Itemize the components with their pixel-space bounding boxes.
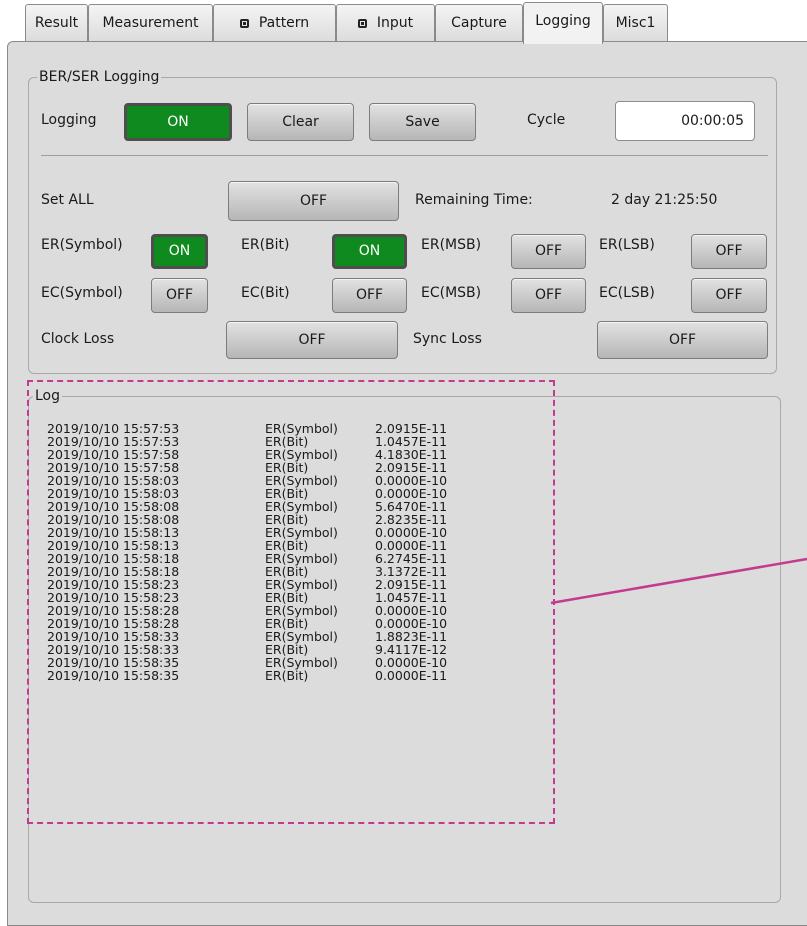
tab-logging[interactable]: Logging [523,2,603,44]
ec-symbol-toggle-button[interactable]: OFF [151,278,208,313]
tab-label: Pattern [258,15,310,31]
save-button[interactable]: Save [369,103,476,141]
tab-result[interactable]: Result [25,4,88,41]
set-all-label: Set ALL [41,192,94,208]
ec-symbol-label: EC(Symbol) [41,285,123,301]
sync-loss-label: Sync Loss [413,331,482,347]
cycle-input[interactable]: 00:00:05 [615,101,755,141]
tab-label: Input [376,15,414,31]
logging-label: Logging [41,112,97,128]
tab-label: Result [34,15,79,31]
er-msb-label: ER(MSB) [421,237,482,253]
tab-capture[interactable]: Capture [435,4,523,41]
ec-bit-label: EC(Bit) [241,285,290,301]
divider [41,155,768,156]
sync-loss-toggle-button[interactable]: OFF [597,321,768,359]
er-lsb-label: ER(LSB) [599,237,655,253]
er-symbol-label: ER(Symbol) [41,237,123,253]
clock-loss-toggle-button[interactable]: OFF [226,321,398,359]
remaining-time-value: 2 day 21:25:50 [611,192,718,208]
ec-msb-toggle-button[interactable]: OFF [511,278,586,313]
tab-label: Measurement [102,15,199,31]
tab-input[interactable]: Input [336,4,435,41]
logging-toggle-button[interactable]: ON [124,103,232,141]
tab-misc1[interactable]: Misc1 [603,4,668,41]
er-bit-label: ER(Bit) [241,237,290,253]
ec-msb-label: EC(MSB) [421,285,482,301]
er-msb-toggle-button[interactable]: OFF [511,234,586,269]
remaining-time-label: Remaining Time: [415,192,533,208]
tab-label: Misc1 [615,15,656,31]
er-bit-toggle-button[interactable]: ON [332,234,407,269]
ec-lsb-toggle-button[interactable]: OFF [691,278,767,313]
clear-button[interactable]: Clear [247,103,354,141]
tab-label: Logging [535,13,591,29]
er-symbol-toggle-button[interactable]: ON [151,234,208,269]
group-title: BER/SER Logging [39,69,160,85]
cycle-label: Cycle [527,112,566,128]
set-all-button[interactable]: OFF [228,181,399,221]
ec-bit-toggle-button[interactable]: OFF [332,278,407,313]
ec-lsb-label: EC(LSB) [599,285,655,301]
tab-label: Capture [451,15,507,31]
square-indicator-icon [357,19,367,28]
clock-loss-label: Clock Loss [41,331,115,347]
tab-pattern[interactable]: Pattern [213,4,336,41]
square-indicator-icon [239,19,249,28]
er-lsb-toggle-button[interactable]: OFF [691,234,767,269]
highlight-box [27,380,555,824]
tab-measurement[interactable]: Measurement [88,4,213,41]
